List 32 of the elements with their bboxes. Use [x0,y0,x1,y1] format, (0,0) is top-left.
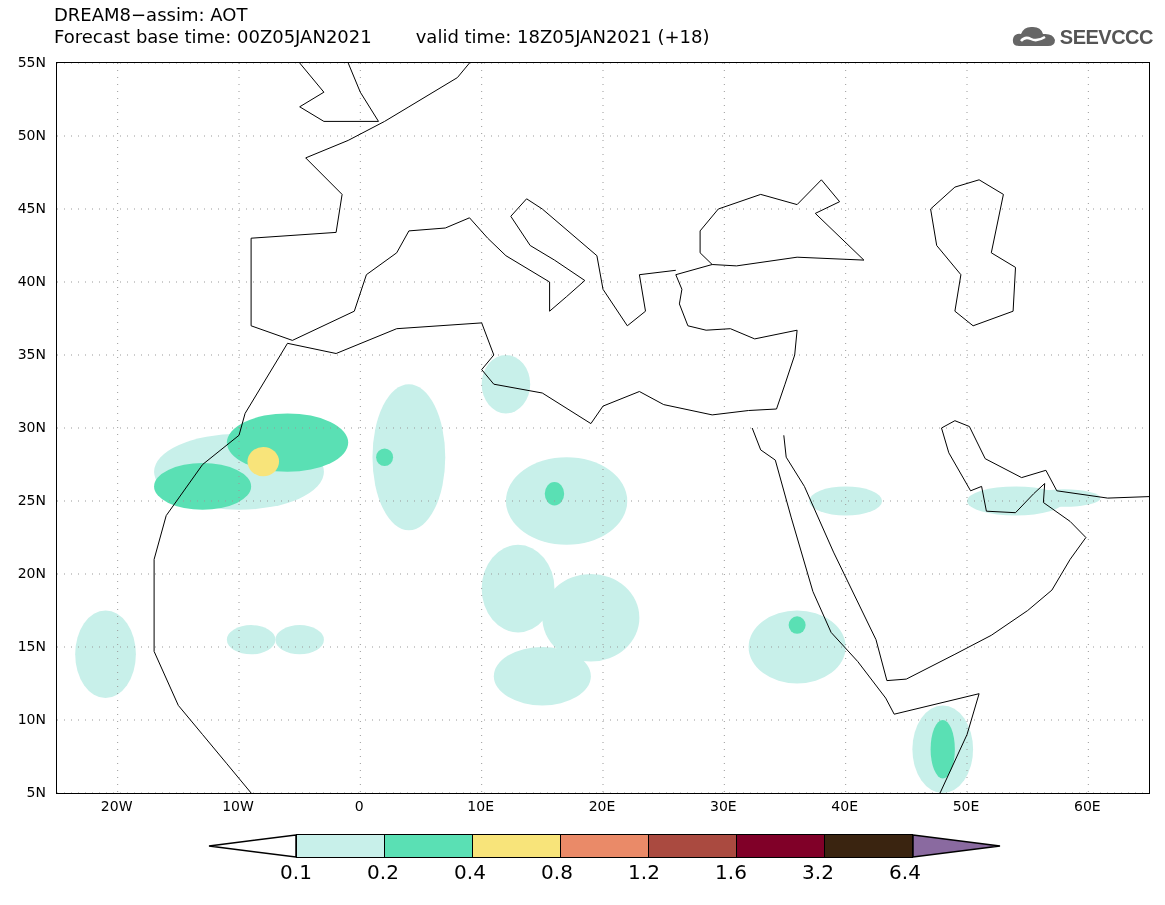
longitude-label: 10E [467,798,494,814]
logo-text: SEEVCCC [1059,25,1153,49]
latitude-label: 45N [17,200,46,216]
chart-title: DREAM8−assim: AOT [54,4,249,26]
longitude-label: 0 [354,798,364,814]
latitude-label: 40N [17,273,46,289]
colorbar-label: 0.2 [367,860,399,884]
longitude-label: 30E [710,798,737,814]
longitude-label: 40E [831,798,858,814]
latitude-label: 10N [17,711,46,727]
colorbar-label: 0.4 [454,860,486,884]
latitude-label: 50N [17,127,46,143]
latitude-label: 20N [17,565,46,581]
colorbar-label: 0.1 [280,860,312,884]
latitude-label: 55N [17,54,46,70]
latitude-label: 15N [17,638,46,654]
longitude-label: 20W [100,798,133,814]
colorbar-label: 1.2 [628,860,660,884]
longitude-label: 60E [1074,798,1101,814]
colorbar-label: 3.2 [802,860,834,884]
latitude-label: 35N [17,346,46,362]
latitude-label: 25N [17,492,46,508]
longitude-label: 10W [222,798,254,814]
base-time-label: Forecast base time: 00Z05JAN2021 [54,26,372,48]
colorbar-label: 6.4 [889,860,921,884]
colorbar-label: 1.6 [715,860,747,884]
longitude-label: 50E [952,798,980,814]
valid-time-label: valid time: 18Z05JAN2021 (+18) [415,26,710,48]
latitude-label: 30N [17,419,46,435]
latitude-label: 5N [26,784,46,800]
longitude-label: 20E [588,798,616,814]
colorbar-label: 0.8 [541,860,573,884]
